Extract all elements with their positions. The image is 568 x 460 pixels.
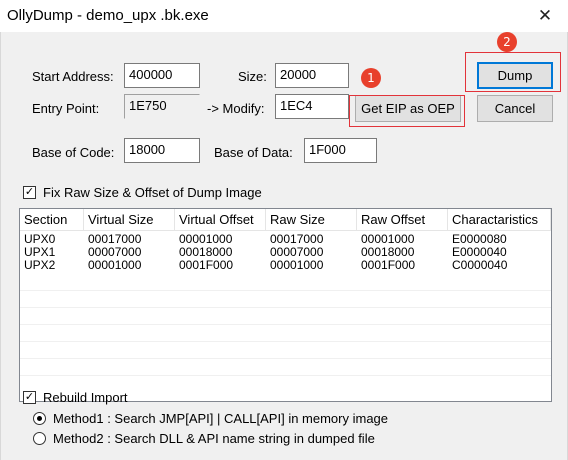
sections-table[interactable]: Section Virtual Size Virtual Offset Raw … [19, 208, 552, 402]
cell-charactaristics: E0000080 [452, 233, 507, 246]
method1-radio[interactable] [33, 412, 46, 425]
table-row[interactable]: UPX1 00007000 00018000 00007000 00018000… [20, 246, 551, 259]
window-title: OllyDump - demo_upx .bk.exe [7, 7, 209, 24]
fix-raw-label: Fix Raw Size & Offset of Dump Image [43, 185, 262, 200]
size-field[interactable]: 20000 [275, 63, 349, 88]
cell-section: UPX2 [24, 259, 56, 272]
cell-charactaristics: E0000040 [452, 246, 507, 259]
cell-virtual-offset: 00001000 [179, 233, 233, 246]
cell-section: UPX1 [24, 246, 56, 259]
cell-virtual-offset: 00018000 [179, 246, 233, 259]
annotation-badge-2: 2 [497, 32, 517, 52]
close-icon[interactable]: ✕ [522, 0, 568, 32]
table-row[interactable]: UPX0 00017000 00001000 00017000 00001000… [20, 233, 551, 246]
base-of-data-field[interactable]: 1F000 [304, 138, 377, 163]
method2-radio[interactable] [33, 432, 46, 445]
cell-virtual-offset: 0001F000 [179, 259, 234, 272]
sections-table-header: Section Virtual Size Virtual Offset Raw … [20, 209, 551, 231]
modify-field[interactable]: 1EC4 [275, 94, 349, 119]
cell-section: UPX0 [24, 233, 56, 246]
title-bar: OllyDump - demo_upx .bk.exe ✕ [0, 0, 568, 32]
method1-label: Method1 : Search JMP[API] | CALL[API] in… [53, 411, 389, 426]
column-header-section[interactable]: Section [20, 209, 84, 230]
annotation-badge-1: 1 [361, 68, 381, 88]
cell-charactaristics: C0000040 [452, 259, 508, 272]
cell-raw-offset: 0001F000 [361, 259, 416, 272]
column-header-virtual-size[interactable]: Virtual Size [84, 209, 175, 230]
column-header-charactaristics[interactable]: Charactaristics [448, 209, 551, 230]
method2-label: Method2 : Search DLL & API name string i… [53, 431, 375, 446]
base-of-code-field[interactable]: 18000 [124, 138, 200, 163]
cell-raw-size: 00007000 [270, 246, 324, 259]
column-header-virtual-offset[interactable]: Virtual Offset [175, 209, 266, 230]
row-divider [20, 358, 551, 359]
cell-raw-offset: 00001000 [361, 233, 415, 246]
annotation-box-get-eip [349, 95, 465, 127]
row-divider [20, 341, 551, 342]
column-header-raw-offset[interactable]: Raw Offset [357, 209, 448, 230]
rebuild-import-checkbox[interactable]: ✓ [23, 391, 36, 404]
row-divider [20, 290, 551, 291]
modify-label: -> Modify: [207, 101, 265, 116]
dialog-body: Start Address: 400000 Size: 20000 Entry … [0, 32, 568, 460]
table-row[interactable]: UPX2 00001000 0001F000 00001000 0001F000… [20, 259, 551, 272]
column-header-raw-size[interactable]: Raw Size [266, 209, 357, 230]
row-divider [20, 375, 551, 376]
cell-virtual-size: 00007000 [88, 246, 142, 259]
row-divider [20, 307, 551, 308]
cell-raw-offset: 00018000 [361, 246, 415, 259]
annotation-box-dump [465, 52, 561, 92]
row-divider [20, 324, 551, 325]
rebuild-import-label: Rebuild Import [43, 390, 128, 405]
cell-raw-size: 00017000 [270, 233, 324, 246]
base-of-data-label: Base of Data: [214, 145, 293, 160]
cancel-button[interactable]: Cancel [477, 95, 553, 122]
fix-raw-checkbox[interactable]: ✓ [23, 186, 36, 199]
entry-point-label: Entry Point: [32, 101, 100, 116]
start-address-field[interactable]: 400000 [124, 63, 200, 88]
cell-raw-size: 00001000 [270, 259, 324, 272]
cell-virtual-size: 00001000 [88, 259, 142, 272]
base-of-code-label: Base of Code: [32, 145, 115, 160]
size-label: Size: [238, 69, 267, 84]
start-address-label: Start Address: [32, 69, 114, 84]
cell-virtual-size: 00017000 [88, 233, 142, 246]
entry-point-field: 1E750 [124, 94, 200, 119]
